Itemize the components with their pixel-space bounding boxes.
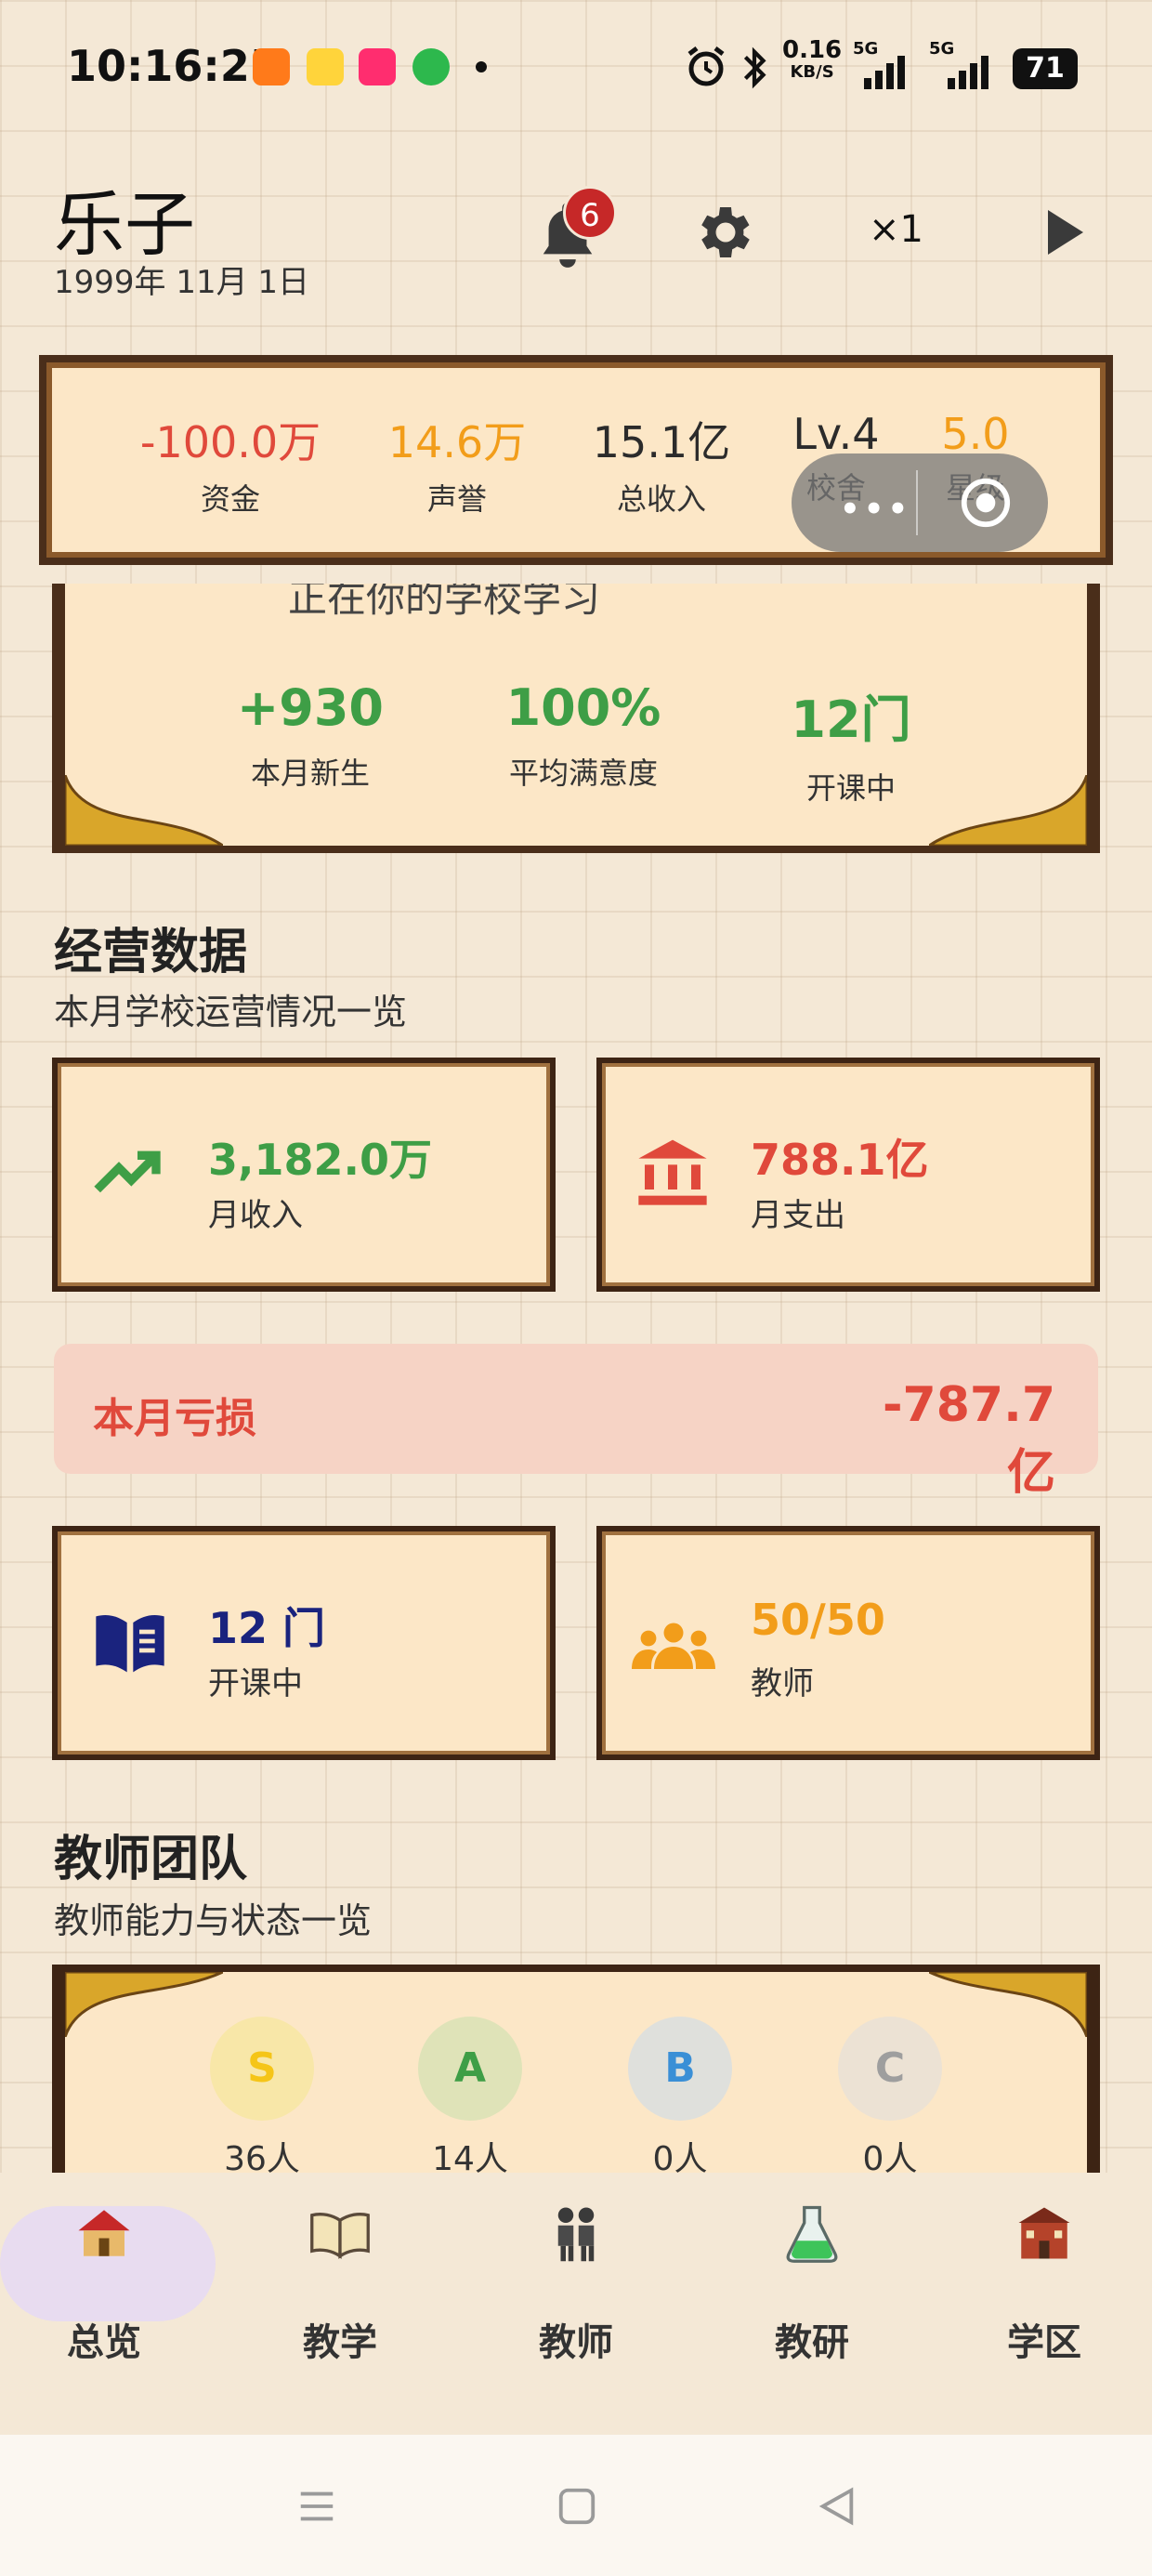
nav-item-teachers[interactable]: 教师 — [502, 2202, 650, 2366]
courses-open-label: 开课中 — [805, 770, 896, 806]
teacher-team-title: 教师团队 — [54, 1832, 248, 1887]
people-icon — [557, 2207, 595, 2262]
teachers-label: 教师 — [751, 1665, 814, 1702]
nav-item-research[interactable]: 教研 — [738, 2202, 886, 2366]
battery-indicator: 71 — [1013, 48, 1078, 89]
gear-icon[interactable] — [689, 199, 756, 266]
teachers-value: 50/50 — [751, 1595, 885, 1645]
info-courses: 12门开课中 — [730, 678, 972, 808]
app-yellow-icon — [307, 48, 344, 85]
nav-label-district: 学区 — [1007, 2321, 1081, 2364]
alarm-icon — [687, 46, 725, 86]
nav-item-district[interactable]: 学区 — [970, 2202, 1119, 2366]
trending-up-icon — [94, 1150, 161, 1193]
grade-s-badge: S — [210, 2017, 314, 2121]
grade-b-badge: B — [628, 2017, 732, 2121]
house-icon — [78, 2210, 130, 2256]
new-students-label: 本月新生 — [250, 756, 370, 791]
satisfaction-value: 100% — [505, 678, 661, 737]
capsule-divider — [916, 470, 918, 535]
stat-funds-label: 资金 — [200, 481, 260, 517]
flask-icon — [786, 2205, 838, 2263]
open-book-icon — [310, 2213, 370, 2259]
book-icon — [96, 1615, 164, 1673]
signal-2-icon — [948, 56, 988, 89]
net-unit: KB/S — [790, 62, 834, 82]
loss-value: -787.7亿 — [882, 1377, 1055, 1501]
stat-reputation-value: 14.6万 — [387, 417, 527, 467]
home-square-icon[interactable] — [556, 2485, 598, 2528]
grade-a-badge: A — [418, 2017, 522, 2121]
school-building-icon — [1018, 2207, 1070, 2259]
app-pink-icon — [359, 48, 396, 85]
notification-badge: 6 — [563, 186, 617, 240]
status-time: 10:16:25 — [67, 41, 280, 91]
group-icon — [632, 1623, 715, 1669]
stat-total-income: 15.1亿总收入 — [569, 409, 754, 519]
nav-item-teaching[interactable]: 教学 — [266, 2202, 414, 2366]
net-speed: 0.16 — [782, 36, 843, 64]
expense-value: 788.1亿 — [751, 1135, 929, 1185]
game-date: 1999年 11月 1日 — [54, 264, 310, 301]
back-triangle-icon[interactable] — [816, 2485, 858, 2528]
stat-funds: -100.0万资金 — [137, 409, 323, 519]
shield-icon — [412, 48, 450, 85]
operations-subtitle: 本月学校运营情况一览 — [54, 992, 408, 1032]
loss-label: 本月亏损 — [93, 1395, 256, 1442]
stat-reputation: 14.6万声誉 — [364, 409, 550, 519]
info-satisfaction: 100% 平均满意度 — [463, 678, 704, 793]
courses-open-value: 12门 — [791, 690, 911, 749]
nav-label-teaching: 教学 — [303, 2321, 377, 2364]
nav-label-teachers: 教师 — [539, 2321, 613, 2364]
grade-c-badge: C — [838, 2017, 942, 2121]
play-icon[interactable] — [1044, 208, 1085, 256]
signal-1-icon — [864, 56, 905, 89]
income-label: 月收入 — [208, 1197, 303, 1234]
operations-title: 经营数据 — [54, 925, 248, 980]
expense-label: 月支出 — [751, 1197, 845, 1234]
nav-label-research: 教研 — [775, 2321, 849, 2364]
info-partial-text: 正在你的学校学习 — [288, 575, 601, 621]
bluetooth-icon — [743, 46, 766, 89]
stat-funds-value: -100.0万 — [139, 417, 321, 467]
close-circle-icon[interactable] — [957, 474, 1015, 532]
income-value: 3,182.0万 — [208, 1135, 432, 1185]
new-students-value: +930 — [237, 678, 384, 737]
stat-total-income-value: 15.1亿 — [592, 417, 731, 467]
nav-label-overview: 总览 — [67, 2321, 141, 2364]
ornament-corner-tl — [65, 1972, 223, 2037]
satisfaction-label: 平均满意度 — [508, 756, 658, 791]
stat-star-value: 5.0 — [941, 409, 1010, 459]
speed-label[interactable]: ×1 — [869, 208, 923, 251]
ornament-corner-tr — [929, 1972, 1087, 2037]
bank-icon — [638, 1139, 707, 1205]
stat-reputation-label: 声誉 — [426, 481, 487, 517]
stat-total-income-label: 总收入 — [616, 481, 706, 517]
more-dots-icon[interactable]: ••• — [840, 491, 911, 528]
dot-icon — [476, 61, 487, 72]
player-name: 乐子 — [54, 183, 195, 266]
courses-value: 12 门 — [208, 1603, 326, 1653]
nav-item-overview[interactable]: 总览 — [30, 2202, 178, 2366]
teacher-team-subtitle: 教师能力与状态一览 — [54, 1900, 373, 1941]
courses-label: 开课中 — [208, 1665, 303, 1702]
app-58-icon — [253, 48, 290, 85]
info-new-students: +930 本月新生 — [190, 678, 431, 793]
menu-icon[interactable] — [295, 2485, 338, 2528]
